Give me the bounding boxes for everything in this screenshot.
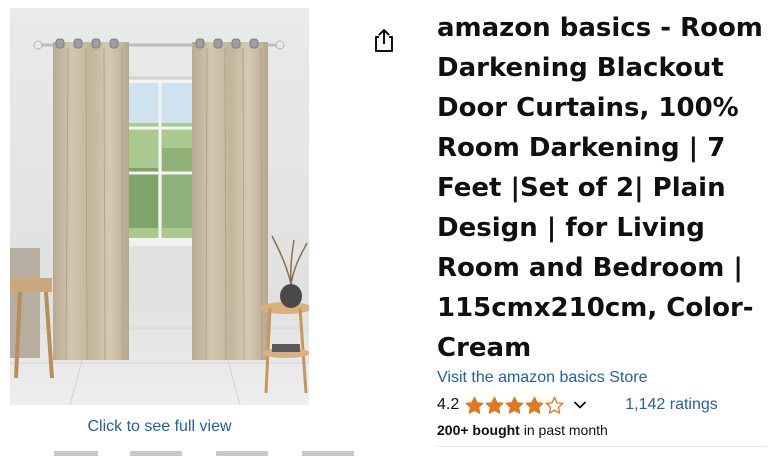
bought-info: 200+ bought in past month bbox=[437, 422, 608, 438]
share-button[interactable] bbox=[371, 26, 397, 54]
thumbnail-strip bbox=[40, 451, 360, 456]
bought-period: in past month bbox=[519, 422, 608, 438]
thumbnail[interactable] bbox=[302, 451, 354, 456]
product-title: amazon basics - Room Darkening Blackout … bbox=[437, 13, 763, 363]
share-icon bbox=[375, 29, 393, 52]
star-icon bbox=[505, 396, 524, 414]
star-rating[interactable] bbox=[465, 396, 565, 415]
thumbnail[interactable] bbox=[216, 451, 268, 456]
ratings-count-link[interactable]: 1,142 ratings bbox=[625, 396, 718, 414]
bought-count: 200+ bought bbox=[437, 422, 520, 438]
star-icon bbox=[485, 396, 504, 414]
thumbnail[interactable] bbox=[130, 451, 182, 456]
product-image[interactable] bbox=[10, 8, 309, 405]
rating-value: 4.2 bbox=[437, 396, 460, 413]
store-link[interactable]: Visit the amazon basics Store bbox=[437, 369, 647, 387]
rating-row: 4.2 1,142 ratings bbox=[437, 394, 718, 416]
star-icon bbox=[525, 396, 544, 414]
divider bbox=[437, 446, 767, 447]
full-view-link[interactable]: Click to see full view bbox=[10, 418, 309, 436]
thumbnail[interactable] bbox=[54, 451, 98, 456]
chevron-down-icon[interactable] bbox=[571, 396, 589, 414]
star-icon bbox=[465, 396, 484, 414]
star-icon bbox=[545, 396, 564, 414]
product-image-container[interactable] bbox=[10, 8, 309, 405]
